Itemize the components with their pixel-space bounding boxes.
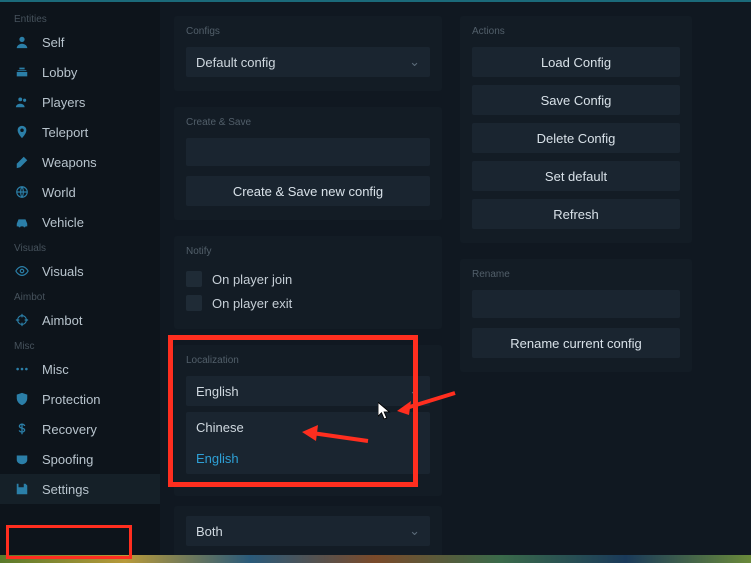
panel-title: Create & Save <box>186 117 430 128</box>
main-content: Configs Default config ⌄ Create & Save C… <box>160 2 751 563</box>
panel-notify: Notify On player join On player exit <box>174 236 442 329</box>
sidebar-label: Misc <box>42 362 69 377</box>
shield-icon <box>14 391 30 407</box>
sidebar-label: World <box>42 185 76 200</box>
checkbox[interactable] <box>186 295 202 311</box>
sidebar-item-self[interactable]: Self <box>0 27 160 57</box>
config-select-value: Default config <box>196 55 276 70</box>
sidebar-item-settings[interactable]: Settings <box>0 474 160 504</box>
panel-title: Configs <box>186 26 430 37</box>
set-default-button[interactable]: Set default <box>472 161 680 191</box>
rename-input[interactable] <box>472 290 680 318</box>
panel-title: Actions <box>472 26 680 37</box>
sidebar-item-teleport[interactable]: Teleport <box>0 117 160 147</box>
checkbox[interactable] <box>186 271 202 287</box>
sidebar-label: Visuals <box>42 264 84 279</box>
sidebar-label: Settings <box>42 482 89 497</box>
notify-exit-label: On player exit <box>212 296 292 311</box>
panel-localization: Localization English ⌄ Chinese English O… <box>174 345 442 496</box>
sidebar-item-lobby[interactable]: Lobby <box>0 57 160 87</box>
panel-actions: Actions Load Config Save Config Delete C… <box>460 16 692 243</box>
vehicle-icon <box>14 214 30 230</box>
sidebar-section-misc: Misc <box>0 335 160 354</box>
sidebar-item-misc[interactable]: Misc <box>0 354 160 384</box>
sidebar-section-aimbot: Aimbot <box>0 286 160 305</box>
config-name-input[interactable] <box>186 138 430 166</box>
localization-option-english[interactable]: English <box>186 443 430 474</box>
dollar-icon <box>14 421 30 437</box>
save-icon <box>14 481 30 497</box>
chevron-down-icon: ⌄ <box>409 383 420 399</box>
button-label: Delete Config <box>537 131 616 146</box>
sidebar-item-vehicle[interactable]: Vehicle <box>0 207 160 237</box>
button-label: Rename current config <box>510 336 642 351</box>
button-label: Set default <box>545 169 607 184</box>
panel-title: Localization <box>186 355 430 366</box>
sidebar-label: Self <box>42 35 64 50</box>
world-icon <box>14 184 30 200</box>
sidebar-item-weapons[interactable]: Weapons <box>0 147 160 177</box>
sidebar-item-players[interactable]: Players <box>0 87 160 117</box>
sidebar-label: Aimbot <box>42 313 82 328</box>
refresh-button[interactable]: Refresh <box>472 199 680 229</box>
sidebar-item-recovery[interactable]: Recovery <box>0 414 160 444</box>
notify-join-row[interactable]: On player join <box>186 267 430 291</box>
both-select-value: Both <box>196 524 223 539</box>
sidebar-item-world[interactable]: World <box>0 177 160 207</box>
sidebar-item-spoofing[interactable]: Spoofing <box>0 444 160 474</box>
dots-icon <box>14 361 30 377</box>
sidebar-item-visuals[interactable]: Visuals <box>0 256 160 286</box>
localization-select[interactable]: English ⌄ <box>186 376 430 406</box>
sidebar-section-entities: Entities <box>0 8 160 27</box>
lobby-icon <box>14 64 30 80</box>
notify-join-label: On player join <box>212 272 292 287</box>
eye-icon <box>14 263 30 279</box>
sidebar-label: Protection <box>42 392 101 407</box>
load-config-button[interactable]: Load Config <box>472 47 680 77</box>
mask-icon <box>14 451 30 467</box>
teleport-icon <box>14 124 30 140</box>
panel-configs: Configs Default config ⌄ <box>174 16 442 91</box>
sidebar-label: Recovery <box>42 422 97 437</box>
sidebar-label: Players <box>42 95 85 110</box>
panel-extra: Both ⌄ <box>174 506 442 560</box>
chevron-down-icon: ⌄ <box>409 54 420 70</box>
chevron-down-icon: ⌄ <box>409 523 420 539</box>
button-label: Refresh <box>553 207 599 222</box>
sidebar-label: Lobby <box>42 65 77 80</box>
both-select[interactable]: Both ⌄ <box>186 516 430 546</box>
localization-option-chinese[interactable]: Chinese <box>186 412 430 443</box>
sidebar-label: Teleport <box>42 125 88 140</box>
config-select[interactable]: Default config ⌄ <box>186 47 430 77</box>
user-icon <box>14 34 30 50</box>
button-label: Load Config <box>541 55 611 70</box>
sidebar-item-protection[interactable]: Protection <box>0 384 160 414</box>
players-icon <box>14 94 30 110</box>
crosshair-icon <box>14 312 30 328</box>
panel-create-save: Create & Save Create & Save new config <box>174 107 442 220</box>
sidebar-label: Spoofing <box>42 452 93 467</box>
weapons-icon <box>14 154 30 170</box>
rename-config-button[interactable]: Rename current config <box>472 328 680 358</box>
sidebar-label: Vehicle <box>42 215 84 230</box>
save-config-button[interactable]: Save Config <box>472 85 680 115</box>
button-label: Save Config <box>541 93 612 108</box>
panel-title: Notify <box>186 246 430 257</box>
notify-exit-row[interactable]: On player exit <box>186 291 430 315</box>
panel-title: Rename <box>472 269 680 280</box>
button-label: Create & Save new config <box>233 184 383 199</box>
sidebar: Entities Self Lobby Players Teleport Wea… <box>0 2 160 563</box>
sidebar-section-visuals: Visuals <box>0 237 160 256</box>
localization-dropdown: Chinese English <box>186 412 430 474</box>
sidebar-label: Weapons <box>42 155 97 170</box>
bottom-decoration <box>0 555 751 563</box>
panel-rename: Rename Rename current config <box>460 259 692 372</box>
create-save-button[interactable]: Create & Save new config <box>186 176 430 206</box>
localization-select-value: English <box>196 384 239 399</box>
sidebar-item-aimbot[interactable]: Aimbot <box>0 305 160 335</box>
delete-config-button[interactable]: Delete Config <box>472 123 680 153</box>
